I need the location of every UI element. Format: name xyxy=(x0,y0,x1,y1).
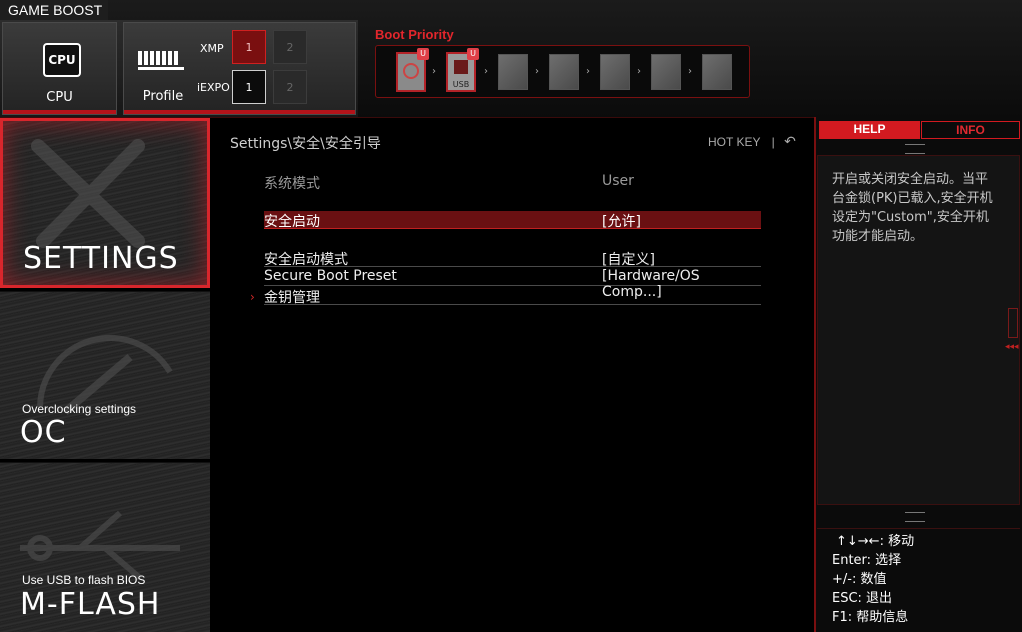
xmp-1-button[interactable]: 1 xyxy=(232,30,266,64)
hotkey-label: HOT KEY xyxy=(708,135,761,149)
tab-help[interactable]: HELP xyxy=(819,121,920,139)
memory-icon xyxy=(138,51,178,65)
secure-boot-label: 安全启动 xyxy=(264,214,320,230)
tab-info[interactable]: INFO xyxy=(921,121,1020,139)
profile-label: Profile xyxy=(142,89,184,104)
nav-mflash-tile[interactable]: Use USB to flash BIOS M-FLASH xyxy=(0,462,210,632)
breadcrumb: Settings\安全\安全引导 xyxy=(230,136,381,152)
boot-slot-empty[interactable] xyxy=(549,54,579,90)
disk-icon xyxy=(403,63,419,79)
cpu-active-bar xyxy=(3,110,116,114)
boot-arrow-icon: › xyxy=(535,66,539,77)
iexpo-2-button[interactable]: 2 xyxy=(273,70,307,104)
key-legend-value: +/-: 数值 xyxy=(832,572,887,587)
xmp-2-label: 2 xyxy=(286,40,294,54)
hotkey-separator: | xyxy=(771,135,775,149)
cpu-boost-button[interactable]: CPU CPU xyxy=(2,22,117,115)
boot-priority-title: Boot Priority xyxy=(375,27,454,42)
usb-icon xyxy=(454,60,468,74)
iexpo-1-button[interactable]: 1 xyxy=(232,70,266,104)
boot-slot-empty[interactable] xyxy=(702,54,732,90)
boot-slot-empty[interactable] xyxy=(651,54,681,90)
cpu-chip-text: CPU xyxy=(48,53,76,67)
secure-boot-row[interactable]: 安全启动 [允许] xyxy=(264,211,761,231)
nav-settings-title: SETTINGS xyxy=(23,241,179,276)
boot-device-usb[interactable]: USB U xyxy=(446,48,479,92)
nav-oc-title: OC xyxy=(20,415,67,450)
game-boost-label: GAME BOOST xyxy=(0,0,108,20)
iexpo-label: iEXPO xyxy=(197,81,230,94)
key-management-row[interactable]: 金钥管理 xyxy=(264,287,761,306)
profile-active-bar xyxy=(124,110,355,114)
key-legend-enter: Enter: 选择 xyxy=(832,553,902,568)
uefi-badge: U xyxy=(467,48,479,60)
boot-slot-empty[interactable] xyxy=(600,54,630,90)
boot-arrow-icon: › xyxy=(484,66,488,77)
secure-boot-mode-value[interactable]: [自定义] xyxy=(602,249,655,269)
boot-arrow-icon: › xyxy=(586,66,590,77)
key-management-label: 金钥管理 xyxy=(264,290,320,306)
boot-arrow-icon: › xyxy=(688,66,692,77)
panel-handle-icon[interactable] xyxy=(1008,308,1018,338)
nav-oc-subtitle: Overclocking settings xyxy=(22,402,137,416)
boot-arrow-icon: › xyxy=(432,66,436,77)
secure-boot-mode-label: 安全启动模式 xyxy=(264,252,348,268)
nav-oc-tile[interactable]: Overclocking settings OC xyxy=(0,291,210,459)
memory-icon-base xyxy=(138,67,184,70)
secure-boot-value[interactable]: [允许] xyxy=(602,211,641,231)
system-mode-label: 系统模式 xyxy=(264,176,320,192)
back-icon[interactable]: ↶ xyxy=(784,133,796,149)
secure-boot-mode-row[interactable]: 安全启动模式 [自定义] xyxy=(264,249,761,269)
xmp-1-label: 1 xyxy=(245,40,253,54)
submenu-arrow-icon: › xyxy=(250,290,255,304)
help-text: 开启或关闭安全启动。当平台金锁(PK)已载入,安全开机设定为"Custom",安… xyxy=(832,172,993,244)
hotkey-button[interactable]: HOT KEY | ↶ xyxy=(708,133,796,150)
key-legend-esc: ESC: 退出 xyxy=(832,591,893,606)
cpu-chip-icon: CPU xyxy=(43,43,81,77)
scroll-down-icon[interactable] xyxy=(905,512,925,522)
keys-divider xyxy=(817,528,1020,529)
key-legend: ↑↓→←: 移动 Enter: 选择 +/-: 数值 ESC: 退出 F1: 帮… xyxy=(832,532,914,627)
nav-mflash-subtitle: Use USB to flash BIOS xyxy=(22,573,146,587)
collapse-arrow-icon[interactable]: ◂◂◂ xyxy=(1005,342,1019,352)
boot-arrow-icon: › xyxy=(637,66,641,77)
iexpo-1-label: 1 xyxy=(245,80,253,94)
system-mode-row: 系统模式 User xyxy=(264,173,761,192)
cpu-boost-label: CPU xyxy=(46,90,73,105)
secure-boot-preset-row[interactable]: Secure Boot Preset [Hardware/OS Comp...] xyxy=(264,268,761,300)
uefi-badge: U xyxy=(417,48,429,60)
xmp-2-button[interactable]: 2 xyxy=(273,30,307,64)
system-mode-value: User xyxy=(602,173,634,189)
xmp-label: XMP xyxy=(200,42,224,55)
nav-settings-tile[interactable]: SETTINGS xyxy=(0,118,210,288)
key-legend-move: ↑↓→←: 移动 xyxy=(836,534,915,549)
scroll-up-icon[interactable] xyxy=(905,144,925,154)
usb-label: USB xyxy=(452,80,470,89)
nav-mflash-title: M-FLASH xyxy=(20,587,161,622)
boot-slot-empty[interactable] xyxy=(498,54,528,90)
key-legend-f1: F1: 帮助信息 xyxy=(832,610,909,625)
boot-device-hdd[interactable]: U xyxy=(396,48,429,92)
tools-icon xyxy=(31,139,145,248)
secure-boot-preset-label: Secure Boot Preset xyxy=(264,268,397,284)
iexpo-2-label: 2 xyxy=(286,80,294,94)
